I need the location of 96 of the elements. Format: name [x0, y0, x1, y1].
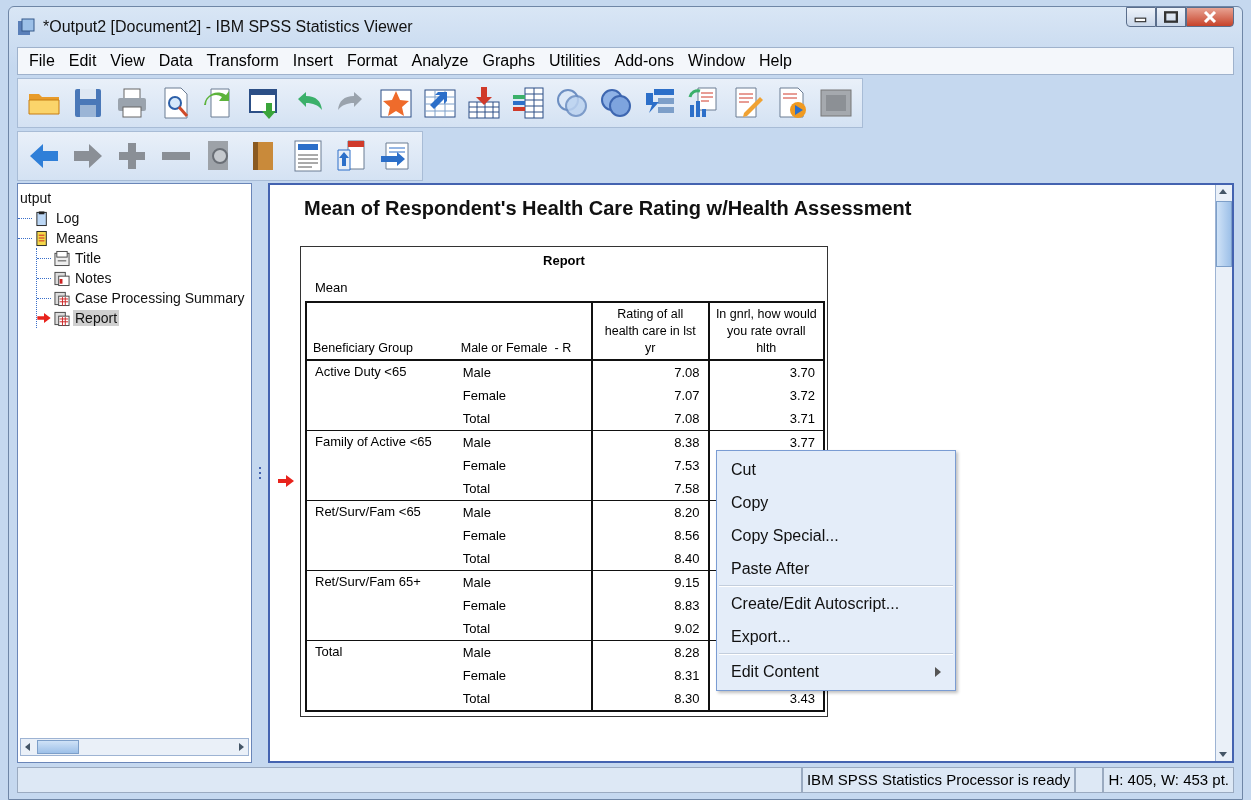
menu-item[interactable]: Paste After [717, 552, 955, 585]
minimize-button[interactable] [1126, 7, 1156, 27]
table-cell: 9.02 [674, 621, 700, 636]
table-cell: 8.20 [674, 505, 700, 520]
table-cell: 8.28 [674, 645, 700, 660]
menu-item[interactable]: Transform [199, 52, 286, 70]
table-cell: Male [462, 575, 491, 590]
outline-item[interactable]: Report [73, 310, 120, 326]
table-cell: 3.72 [789, 388, 815, 403]
outline-item[interactable]: Title [73, 250, 103, 266]
column-header: Male or Female - R [454, 302, 593, 360]
table-cell: 3.77 [789, 435, 815, 450]
status-text: IBM SPSS Statistics Processor is ready [801, 767, 1076, 793]
row-group-label: Ret/Surv/Fam <65 [315, 504, 421, 519]
table-cell: 8.31 [674, 668, 700, 683]
table-cell: Total [462, 551, 491, 566]
document-icon [54, 289, 70, 307]
menu-item[interactable]: Edit [61, 52, 104, 70]
table-cell: 9.15 [674, 575, 700, 590]
table-cell: 3.71 [789, 411, 815, 426]
table-cell: Female [462, 458, 507, 473]
menu-item[interactable]: Edit Content [717, 655, 955, 688]
table-cell: Male [462, 645, 491, 660]
menu-item[interactable]: View [103, 52, 152, 70]
menu-item[interactable]: File [22, 52, 62, 70]
splitter-grip-icon[interactable] [258, 466, 261, 480]
table-cell: Male [462, 435, 491, 450]
outline-item[interactable]: Notes [73, 270, 114, 286]
table-cell: Male [462, 365, 491, 380]
outline-item[interactable]: utput [18, 190, 54, 206]
table-title: Report [542, 253, 586, 268]
document-icon [54, 309, 70, 327]
table-cell: 8.30 [674, 691, 700, 706]
table-cell: Total [462, 481, 491, 496]
app-icon [17, 18, 35, 36]
table-cell: 3.70 [789, 365, 815, 380]
row-group-label: Active Duty <65 [315, 364, 407, 379]
outline-item[interactable]: Case Processing Summary [73, 290, 247, 306]
output-heading: Mean of Respondent's Health Care Rating w/Health Assessment [304, 197, 913, 220]
menu-item[interactable]: Graphs [475, 52, 542, 70]
table-cell: Female [462, 668, 507, 683]
scrollbar-thumb[interactable] [37, 740, 79, 754]
table-cell: Female [462, 388, 507, 403]
menu-item[interactable]: Utilities [541, 52, 608, 70]
column-header: Rating of all health care in lst yr [592, 302, 709, 360]
close-button[interactable] [1186, 7, 1234, 27]
horizontal-scrollbar[interactable] [20, 738, 249, 756]
menu-item[interactable]: Insert [285, 52, 340, 70]
column-header: Beneficiary Group [306, 302, 455, 360]
table-cell: Female [462, 598, 507, 613]
maximize-button[interactable] [1156, 7, 1186, 27]
bars-table-icon[interactable] [510, 85, 546, 121]
table-cell: Male [462, 505, 491, 520]
scrollbar-thumb[interactable] [1216, 201, 1232, 267]
table-cell: 7.08 [674, 411, 700, 426]
outline-item[interactable]: Log [54, 210, 82, 226]
table-cell: Female [462, 528, 507, 543]
document-icon [54, 249, 70, 267]
menu-item[interactable]: Create/Edit Autoscript... [717, 587, 955, 620]
table-cell: 3.43 [789, 691, 815, 706]
table-cell: 8.56 [674, 528, 700, 543]
menu-item[interactable]: Cut [717, 453, 955, 486]
menu-item[interactable]: Analyze [404, 52, 476, 70]
menu-item[interactable]: Help [752, 52, 799, 70]
table-cell: 8.40 [674, 551, 700, 566]
table-cell: Total [462, 411, 491, 426]
menu-item[interactable]: Window [681, 52, 752, 70]
table-cell: 7.08 [674, 365, 700, 380]
table-subtitle: Mean [315, 280, 349, 295]
table-cell: 8.38 [674, 435, 700, 450]
row-group-label: Family of Active <65 [315, 434, 432, 449]
document-icon [54, 269, 70, 287]
table-cell: 7.07 [674, 388, 700, 403]
column-header: In gnrl, how would you rate ovrall hlth [708, 302, 824, 360]
table-cell: 7.58 [674, 481, 700, 496]
table-cell: Total [462, 691, 491, 706]
menu-item[interactable]: Data [151, 52, 200, 70]
outline-item[interactable]: Means [54, 230, 101, 246]
status-panel [1075, 767, 1104, 793]
table-cell: Total [462, 621, 491, 636]
submenu-arrow-icon [935, 666, 941, 677]
table-cell: 7.53 [674, 458, 700, 473]
row-group-label: Ret/Surv/Fam 65+ [315, 574, 421, 589]
status-text: H: 405, W: 453 pt. [1103, 767, 1234, 793]
vertical-scrollbar[interactable] [1215, 185, 1232, 761]
menu-item[interactable]: Export... [717, 620, 955, 653]
table-arrow-icon[interactable] [466, 85, 502, 121]
menu-item[interactable]: Format [339, 52, 405, 70]
menu-item[interactable]: Copy Special... [717, 519, 955, 552]
table-cell: 8.83 [674, 598, 700, 613]
close-icon [1203, 11, 1217, 23]
row-group-label: Total [315, 644, 343, 659]
maximize-icon [1164, 11, 1178, 23]
window-title: *Output2 [Document2] - IBM SPSS Statistics Viewer [43, 18, 414, 36]
menu-item[interactable]: Copy [717, 486, 955, 519]
menu-item[interactable]: Add-ons [607, 52, 682, 70]
